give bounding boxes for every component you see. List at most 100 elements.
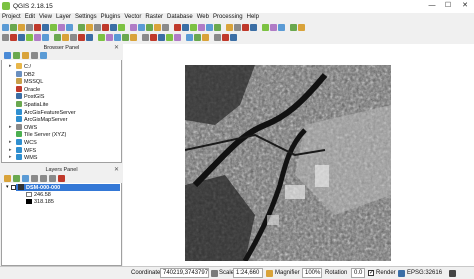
remove-layer-icon[interactable] (58, 175, 65, 182)
toolbar-tool-icon[interactable] (98, 34, 105, 41)
browser-item-c[interactable]: ▸ C:/ (9, 63, 31, 70)
toolbar-tool-icon[interactable] (262, 24, 269, 31)
maximize-button[interactable]: ☐ (440, 1, 456, 11)
toolbar-tool-icon[interactable] (222, 34, 229, 41)
add-layers-icon[interactable] (13, 52, 20, 59)
browser-item-mssql[interactable]: MSSQL (16, 78, 43, 85)
map-themes-icon[interactable] (22, 175, 29, 182)
menu-project[interactable]: Project (0, 13, 23, 23)
browser-item-arcgismapserver[interactable]: ArcGisMapServer (16, 116, 67, 123)
browser-item-oracle[interactable]: Oracle (16, 85, 40, 93)
minimize-button[interactable]: — (424, 1, 440, 11)
lock-scale-icon[interactable] (266, 270, 273, 277)
expand-arrow-icon[interactable]: ▸ (9, 154, 12, 161)
browser-item-ows[interactable]: ▸ OWS (9, 123, 37, 131)
browser-item-postgis[interactable]: PostGIS (16, 93, 44, 100)
toolbar-tool-icon[interactable] (166, 34, 173, 41)
menu-edit[interactable]: Edit (23, 13, 37, 23)
browser-item-db2[interactable]: DB2 (16, 70, 35, 78)
toolbar-tool-icon[interactable] (78, 34, 85, 41)
toolbar-tool-icon[interactable] (34, 24, 41, 31)
toolbar-tool-icon[interactable] (86, 24, 93, 31)
toolbar-tool-icon[interactable] (186, 34, 193, 41)
toolbar-tool-icon[interactable] (242, 24, 249, 31)
menu-plugins[interactable]: Plugins (99, 13, 123, 23)
toolbar-tool-icon[interactable] (182, 24, 189, 31)
browser-item-wcs[interactable]: ▸ WCS (9, 139, 37, 146)
toolbar-tool-icon[interactable] (50, 24, 57, 31)
toolbar-tool-icon[interactable] (138, 24, 145, 31)
expand-arrow-icon[interactable]: ▸ (9, 147, 12, 154)
toolbar-tool-icon[interactable] (18, 34, 25, 41)
toolbar-tool-icon[interactable] (94, 24, 101, 31)
filter-legend-icon[interactable] (31, 175, 38, 182)
messages-icon[interactable] (449, 270, 456, 277)
toolbar-tool-icon[interactable] (86, 34, 93, 41)
menu-settings[interactable]: Settings (73, 13, 99, 23)
menu-view[interactable]: View (37, 13, 54, 23)
browser-item-wfs[interactable]: ▸ WFS (9, 146, 36, 154)
toolbar-tool-icon[interactable] (298, 24, 305, 31)
expand-arrow-icon[interactable]: ▸ (9, 139, 12, 146)
toolbar-tool-icon[interactable] (2, 24, 9, 31)
toolbar-tool-icon[interactable] (174, 24, 181, 31)
toolbar-tool-icon[interactable] (42, 34, 49, 41)
toolbar-tool-icon[interactable] (150, 34, 157, 41)
toolbar-tool-icon[interactable] (226, 24, 233, 31)
toolbar-tool-icon[interactable] (66, 24, 73, 31)
menu-vector[interactable]: Vector (122, 13, 143, 23)
toolbar-tool-icon[interactable] (158, 34, 165, 41)
collapse-layers-icon[interactable] (49, 175, 56, 182)
render-checkbox[interactable]: ✓ (368, 270, 374, 276)
toolbar-tool-icon[interactable] (290, 24, 297, 31)
rotation-field[interactable]: 0.0 (351, 268, 365, 278)
properties-icon[interactable] (40, 52, 47, 59)
expand-all-icon[interactable] (40, 175, 47, 182)
toolbar-tool-icon[interactable] (214, 34, 221, 41)
toolbar-tool-icon[interactable] (206, 24, 213, 31)
toolbar-tool-icon[interactable] (34, 34, 41, 41)
layer-item-dsm[interactable]: DSM-000-000 (16, 184, 120, 191)
toolbar-tool-icon[interactable] (130, 34, 137, 41)
toolbar-tool-icon[interactable] (270, 24, 277, 31)
filter-icon[interactable] (22, 52, 29, 59)
toolbar-tool-icon[interactable] (10, 24, 17, 31)
scale-field[interactable]: 1:24,660 (233, 268, 263, 278)
toolbar-tool-icon[interactable] (2, 34, 9, 41)
toolbar-tool-icon[interactable] (194, 34, 201, 41)
toolbar-tool-icon[interactable] (106, 34, 113, 41)
toolbar-tool-icon[interactable] (234, 24, 241, 31)
toolbar-tool-icon[interactable] (10, 34, 17, 41)
toolbar-tool-icon[interactable] (26, 34, 33, 41)
toolbar-tool-icon[interactable] (102, 24, 109, 31)
toolbar-tool-icon[interactable] (42, 24, 49, 31)
toolbar-tool-icon[interactable] (114, 34, 121, 41)
toolbar-tool-icon[interactable] (162, 24, 169, 31)
browser-item-arcgisfeatureserver[interactable]: ArcGisFeatureServer (16, 108, 76, 116)
toolbar-tool-icon[interactable] (202, 34, 209, 41)
toolbar-tool-icon[interactable] (154, 24, 161, 31)
layers-panel-close-icon[interactable]: ✕ (114, 166, 119, 174)
toolbar-tool-icon[interactable] (18, 24, 25, 31)
toolbar-tool-icon[interactable] (278, 24, 285, 31)
toolbar-tool-icon[interactable] (142, 34, 149, 41)
toolbar-tool-icon[interactable] (62, 34, 69, 41)
expand-arrow-icon[interactable]: ▸ (9, 124, 12, 131)
layer-expand-icon[interactable]: ▾ (6, 184, 9, 190)
toolbar-tool-icon[interactable] (70, 34, 77, 41)
toolbar-tool-icon[interactable] (130, 24, 137, 31)
menu-layer[interactable]: Layer (54, 13, 73, 23)
add-group-icon[interactable] (13, 175, 20, 182)
toolbar-tool-icon[interactable] (54, 34, 61, 41)
crs-label[interactable]: EPSG:32616 (407, 270, 442, 276)
browser-item-tile-server-xyz[interactable]: Tile Server (XYZ) (16, 131, 66, 138)
toolbar-tool-icon[interactable] (174, 34, 181, 41)
collapse-all-icon[interactable] (31, 52, 38, 59)
coordinate-field[interactable]: 740219,3743797 (160, 268, 209, 278)
magnifier-field[interactable]: 100% (302, 268, 322, 278)
menu-web[interactable]: Web (195, 13, 211, 23)
refresh-icon[interactable] (4, 52, 11, 59)
toolbar-tool-icon[interactable] (78, 24, 85, 31)
browser-item-spatialite[interactable]: SpatiaLite (16, 101, 48, 108)
close-button[interactable]: ✕ (457, 1, 473, 11)
